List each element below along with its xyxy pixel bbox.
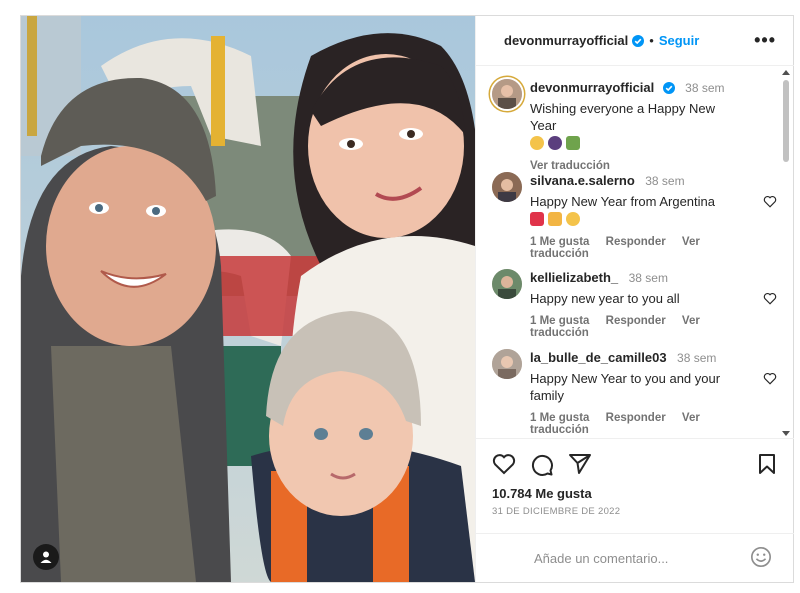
scrollbar-thumb[interactable]: [783, 80, 789, 162]
champagne-emoji: [566, 136, 580, 150]
post-actions: 10.784 Me gusta 31 DE DICIEMBRE DE 2022 …: [476, 438, 794, 582]
commenter-avatar[interactable]: [492, 349, 522, 379]
like-heart-icon[interactable]: [492, 453, 516, 475]
like-comment-heart-icon[interactable]: [763, 372, 777, 385]
comment-likes[interactable]: 1 Me gusta: [530, 315, 589, 327]
comment-emojis: [530, 212, 740, 228]
more-options-icon[interactable]: •••: [754, 31, 776, 49]
verified-badge-icon: [662, 82, 675, 94]
verified-badge-icon: [632, 34, 645, 47]
comment-bubble-icon[interactable]: [530, 453, 554, 477]
caption-text: Wishing everyone a Happy New Year: [530, 101, 715, 133]
family-selfie-image: [21, 16, 475, 582]
comment-username[interactable]: silvana.e.salerno: [530, 173, 635, 188]
caption-translate-link[interactable]: Ver traducción: [530, 160, 740, 172]
comment-text: Happy New Year from Argentina: [530, 194, 715, 209]
comment-username[interactable]: la_bulle_de_camille03: [530, 350, 667, 365]
reply-button[interactable]: Responder: [606, 315, 666, 327]
share-paper-plane-icon[interactable]: [568, 453, 592, 475]
like-comment-heart-icon[interactable]: [763, 195, 777, 208]
comment-meta: 1 Me gusta Responder Ver traducción: [530, 412, 740, 436]
post-photo[interactable]: [21, 16, 475, 582]
comment-meta: 1 Me gusta Responder Ver traducción: [530, 315, 740, 339]
comment-username[interactable]: kellielizabeth_: [530, 270, 618, 285]
scroll-down-arrow-icon[interactable]: [782, 431, 790, 436]
commenter-avatar[interactable]: [492, 269, 522, 299]
smiling-face-emoji: [566, 212, 580, 226]
commenter-avatar[interactable]: [492, 172, 522, 202]
caption-username[interactable]: devonmurrayofficial: [530, 80, 654, 95]
comment-likes[interactable]: 1 Me gusta: [530, 412, 589, 424]
scroll-up-arrow-icon[interactable]: [782, 70, 790, 75]
comment-time[interactable]: 38 sem: [645, 174, 684, 188]
instagram-post: devonmurrayofficial • Seguir ••• devonmu…: [20, 15, 794, 583]
add-comment-bar[interactable]: Añade un comentario...: [476, 533, 794, 583]
red-heart-emoji: [530, 212, 544, 226]
fireworks-emoji: [548, 136, 562, 150]
user-icon: [40, 551, 52, 563]
follow-button[interactable]: Seguir: [659, 33, 699, 48]
caption-emojis: [530, 136, 740, 152]
like-comment-heart-icon[interactable]: [763, 292, 777, 305]
comment-time[interactable]: 38 sem: [677, 351, 716, 365]
comment-time[interactable]: 38 sem: [629, 271, 668, 285]
reply-button[interactable]: Responder: [606, 412, 666, 424]
tagged-users-button[interactable]: [33, 544, 59, 570]
post-side-panel: devonmurrayofficial • Seguir ••• devonmu…: [475, 16, 794, 582]
emoji-picker-icon[interactable]: [750, 546, 772, 568]
comment-text: Happy new year to you all: [530, 291, 680, 306]
comment-meta: 1 Me gusta Responder Ver traducción: [530, 236, 740, 260]
comment-input[interactable]: Añade un comentario...: [534, 551, 668, 566]
clapping-hands-emoji: [548, 212, 562, 226]
post-header: devonmurrayofficial • Seguir •••: [476, 16, 794, 66]
comments-scrollbar[interactable]: [781, 70, 791, 436]
author-username[interactable]: devonmurrayofficial: [504, 33, 628, 48]
post-date: 31 DE DICIEMBRE DE 2022: [492, 506, 621, 517]
comments-list: devonmurrayofficial 38 sem Wishing every…: [476, 66, 794, 438]
caption-time[interactable]: 38 sem: [685, 81, 724, 95]
separator-dot: •: [649, 33, 654, 48]
author-avatar[interactable]: [492, 79, 522, 109]
comment-text: Happy New Year to you and your family: [530, 371, 721, 403]
smiling-face-emoji: [530, 136, 544, 150]
comment-likes[interactable]: 1 Me gusta: [530, 236, 589, 248]
reply-button[interactable]: Responder: [606, 236, 666, 248]
likes-count[interactable]: 10.784 Me gusta: [492, 486, 592, 501]
save-bookmark-icon[interactable]: [758, 453, 776, 475]
